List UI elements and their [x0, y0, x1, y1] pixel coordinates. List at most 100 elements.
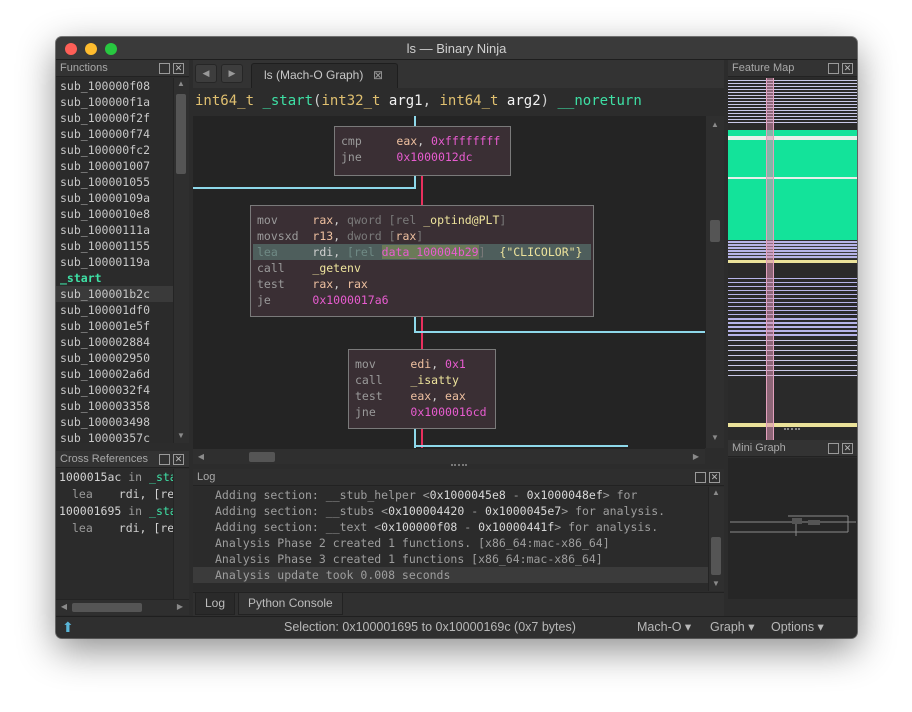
- scroll-right-icon[interactable]: ▶: [690, 451, 702, 463]
- close-panel-icon[interactable]: ✕: [173, 63, 184, 74]
- xref-hscrollbar[interactable]: ◀ ▶: [56, 599, 189, 615]
- scroll-down-icon[interactable]: ▼: [710, 578, 722, 590]
- function-list-item[interactable]: sub_100001df0: [56, 302, 173, 318]
- close-panel-icon[interactable]: ✕: [709, 472, 720, 483]
- instruction-row[interactable]: cmp eax, 0xffffffff: [341, 133, 500, 149]
- scroll-up-icon[interactable]: ▲: [710, 487, 722, 499]
- xref-row[interactable]: lea rdi, [re: [56, 486, 173, 503]
- mini-graph[interactable]: [728, 458, 857, 599]
- scroll-up-icon[interactable]: ▲: [709, 119, 721, 131]
- function-list-item[interactable]: sub_10000119a: [56, 254, 173, 270]
- scroll-up-icon[interactable]: ▲: [175, 78, 187, 90]
- splitter-handle[interactable]: [784, 428, 800, 432]
- instruction-row[interactable]: mov rax, qword [rel _optind@PLT]: [257, 212, 506, 228]
- edge-false-left: [193, 187, 414, 189]
- graph-canvas[interactable]: cmp eax, 0xffffffff jne 0x1000012dc mov …: [193, 116, 705, 448]
- arrow-up-icon[interactable]: ⬆: [62, 617, 74, 638]
- scroll-thumb[interactable]: [711, 537, 721, 575]
- options-menu[interactable]: Options ▾: [771, 617, 824, 638]
- function-list-item[interactable]: sub_1000032f4: [56, 382, 173, 398]
- log-line: Analysis update took 0.008 seconds: [193, 567, 708, 583]
- scroll-thumb[interactable]: [710, 220, 720, 242]
- xref-row[interactable]: 1000015ac in _start: [56, 469, 173, 486]
- function-list-item[interactable]: _start: [56, 270, 173, 286]
- edge-false-left: [414, 174, 416, 189]
- function-list-item[interactable]: sub_10000109a: [56, 190, 173, 206]
- feature-map-viewport[interactable]: [766, 78, 774, 440]
- arg1-type: int32_t: [321, 93, 389, 109]
- float-panel-icon[interactable]: [828, 443, 839, 454]
- function-list-item[interactable]: sub_100001155: [56, 238, 173, 254]
- basic-block-3[interactable]: mov edi, 0x1 call _isatty test eax, eax …: [348, 349, 496, 429]
- log-scrollbar[interactable]: ▲ ▼: [708, 487, 724, 591]
- feature-map[interactable]: [728, 78, 857, 440]
- tab-label: ls (Mach-O Graph): [264, 68, 364, 82]
- arg1-name[interactable]: arg1: [389, 93, 423, 109]
- scroll-thumb[interactable]: [176, 94, 186, 174]
- tab-close-icon[interactable]: ⊠: [373, 64, 383, 87]
- splitter-handle[interactable]: [451, 464, 467, 468]
- basic-block-2[interactable]: mov rax, qword [rel _optind@PLT] movsxd …: [250, 205, 594, 317]
- float-panel-icon[interactable]: [695, 472, 706, 483]
- instruction-row[interactable]: call _getenv: [257, 260, 361, 276]
- instruction-row[interactable]: jne 0x1000016cd: [355, 404, 487, 420]
- view-menu[interactable]: Graph ▾: [710, 617, 755, 638]
- float-panel-icon[interactable]: [159, 63, 170, 74]
- instruction-row[interactable]: jne 0x1000012dc: [341, 149, 473, 165]
- function-list-item[interactable]: sub_100003358: [56, 398, 173, 414]
- close-panel-icon[interactable]: ✕: [842, 63, 853, 74]
- function-list-item[interactable]: sub_100001b2c: [56, 286, 173, 302]
- instruction-row[interactable]: test eax, eax: [355, 388, 466, 404]
- functions-scrollbar[interactable]: ▲ ▼: [173, 78, 189, 443]
- function-list-item[interactable]: sub_10000111a: [56, 222, 173, 238]
- instruction-row-selected[interactable]: lea rdi, [rel data_100004b29] {"CLICOLOR…: [253, 244, 591, 260]
- scroll-left-icon[interactable]: ◀: [58, 601, 70, 613]
- function-list-item[interactable]: sub_1000010e8: [56, 206, 173, 222]
- function-list-item[interactable]: sub_100000f08: [56, 78, 173, 94]
- format-menu[interactable]: Mach-O ▾: [637, 617, 691, 638]
- scroll-right-icon[interactable]: ▶: [174, 601, 186, 613]
- tab-ls-mach-o-graph[interactable]: ls (Mach-O Graph) ⊠: [251, 63, 398, 88]
- scroll-down-icon[interactable]: ▼: [709, 432, 721, 444]
- xref-row[interactable]: lea rdi, [re: [56, 520, 173, 537]
- mini-graph-header: Mini Graph ✕: [728, 440, 857, 457]
- function-list-item[interactable]: sub_100002a6d: [56, 366, 173, 382]
- hscroll-thumb[interactable]: [249, 452, 275, 462]
- scroll-left-icon[interactable]: ◀: [195, 451, 207, 463]
- function-list-item[interactable]: sub_10000357c: [56, 430, 173, 443]
- tab-python-console[interactable]: Python Console: [238, 593, 343, 615]
- function-list-item[interactable]: sub_100002950: [56, 350, 173, 366]
- function-list-item[interactable]: sub_100003498: [56, 414, 173, 430]
- forward-button[interactable]: ▶: [221, 64, 243, 83]
- xref-scrollbar[interactable]: [173, 469, 189, 599]
- instruction-row[interactable]: test rax, rax: [257, 276, 368, 292]
- function-list-item[interactable]: sub_100000f2f: [56, 110, 173, 126]
- close-panel-icon[interactable]: ✕: [173, 454, 184, 465]
- xref-operand: rdi, [re: [118, 487, 173, 501]
- back-button[interactable]: ◀: [195, 64, 217, 83]
- function-list-item[interactable]: sub_100001055: [56, 174, 173, 190]
- instruction-row[interactable]: mov edi, 0x1: [355, 356, 466, 372]
- function-list-item[interactable]: sub_100000fc2: [56, 142, 173, 158]
- function-list-item[interactable]: sub_100002884: [56, 334, 173, 350]
- graph-hscrollbar[interactable]: ◀ ▶: [193, 448, 705, 464]
- function-list-item[interactable]: sub_100001e5f: [56, 318, 173, 334]
- float-panel-icon[interactable]: [159, 454, 170, 465]
- float-panel-icon[interactable]: [828, 63, 839, 74]
- close-panel-icon[interactable]: ✕: [842, 443, 853, 454]
- instruction-row[interactable]: je 0x1000017a6: [257, 292, 389, 308]
- instruction-row[interactable]: movsxd r13, dword [rax]: [257, 228, 423, 244]
- tab-log[interactable]: Log: [195, 593, 236, 615]
- app-window: ls — Binary Ninja Functions ✕ sub_100000…: [56, 37, 857, 638]
- arg2-name[interactable]: arg2: [507, 93, 541, 109]
- graph-vscrollbar[interactable]: ▲ ▼: [705, 116, 724, 448]
- basic-block-1[interactable]: cmp eax, 0xffffffff jne 0x1000012dc: [334, 126, 511, 176]
- function-list-item[interactable]: sub_100000f74: [56, 126, 173, 142]
- function-list-item[interactable]: sub_100001007: [56, 158, 173, 174]
- xref-row[interactable]: 100001695 in _start: [56, 503, 173, 520]
- function-name[interactable]: _start: [262, 93, 313, 109]
- instruction-row[interactable]: call _isatty: [355, 372, 459, 388]
- hscroll-thumb[interactable]: [72, 603, 142, 612]
- function-list-item[interactable]: sub_100000f1a: [56, 94, 173, 110]
- scroll-down-icon[interactable]: ▼: [175, 430, 187, 442]
